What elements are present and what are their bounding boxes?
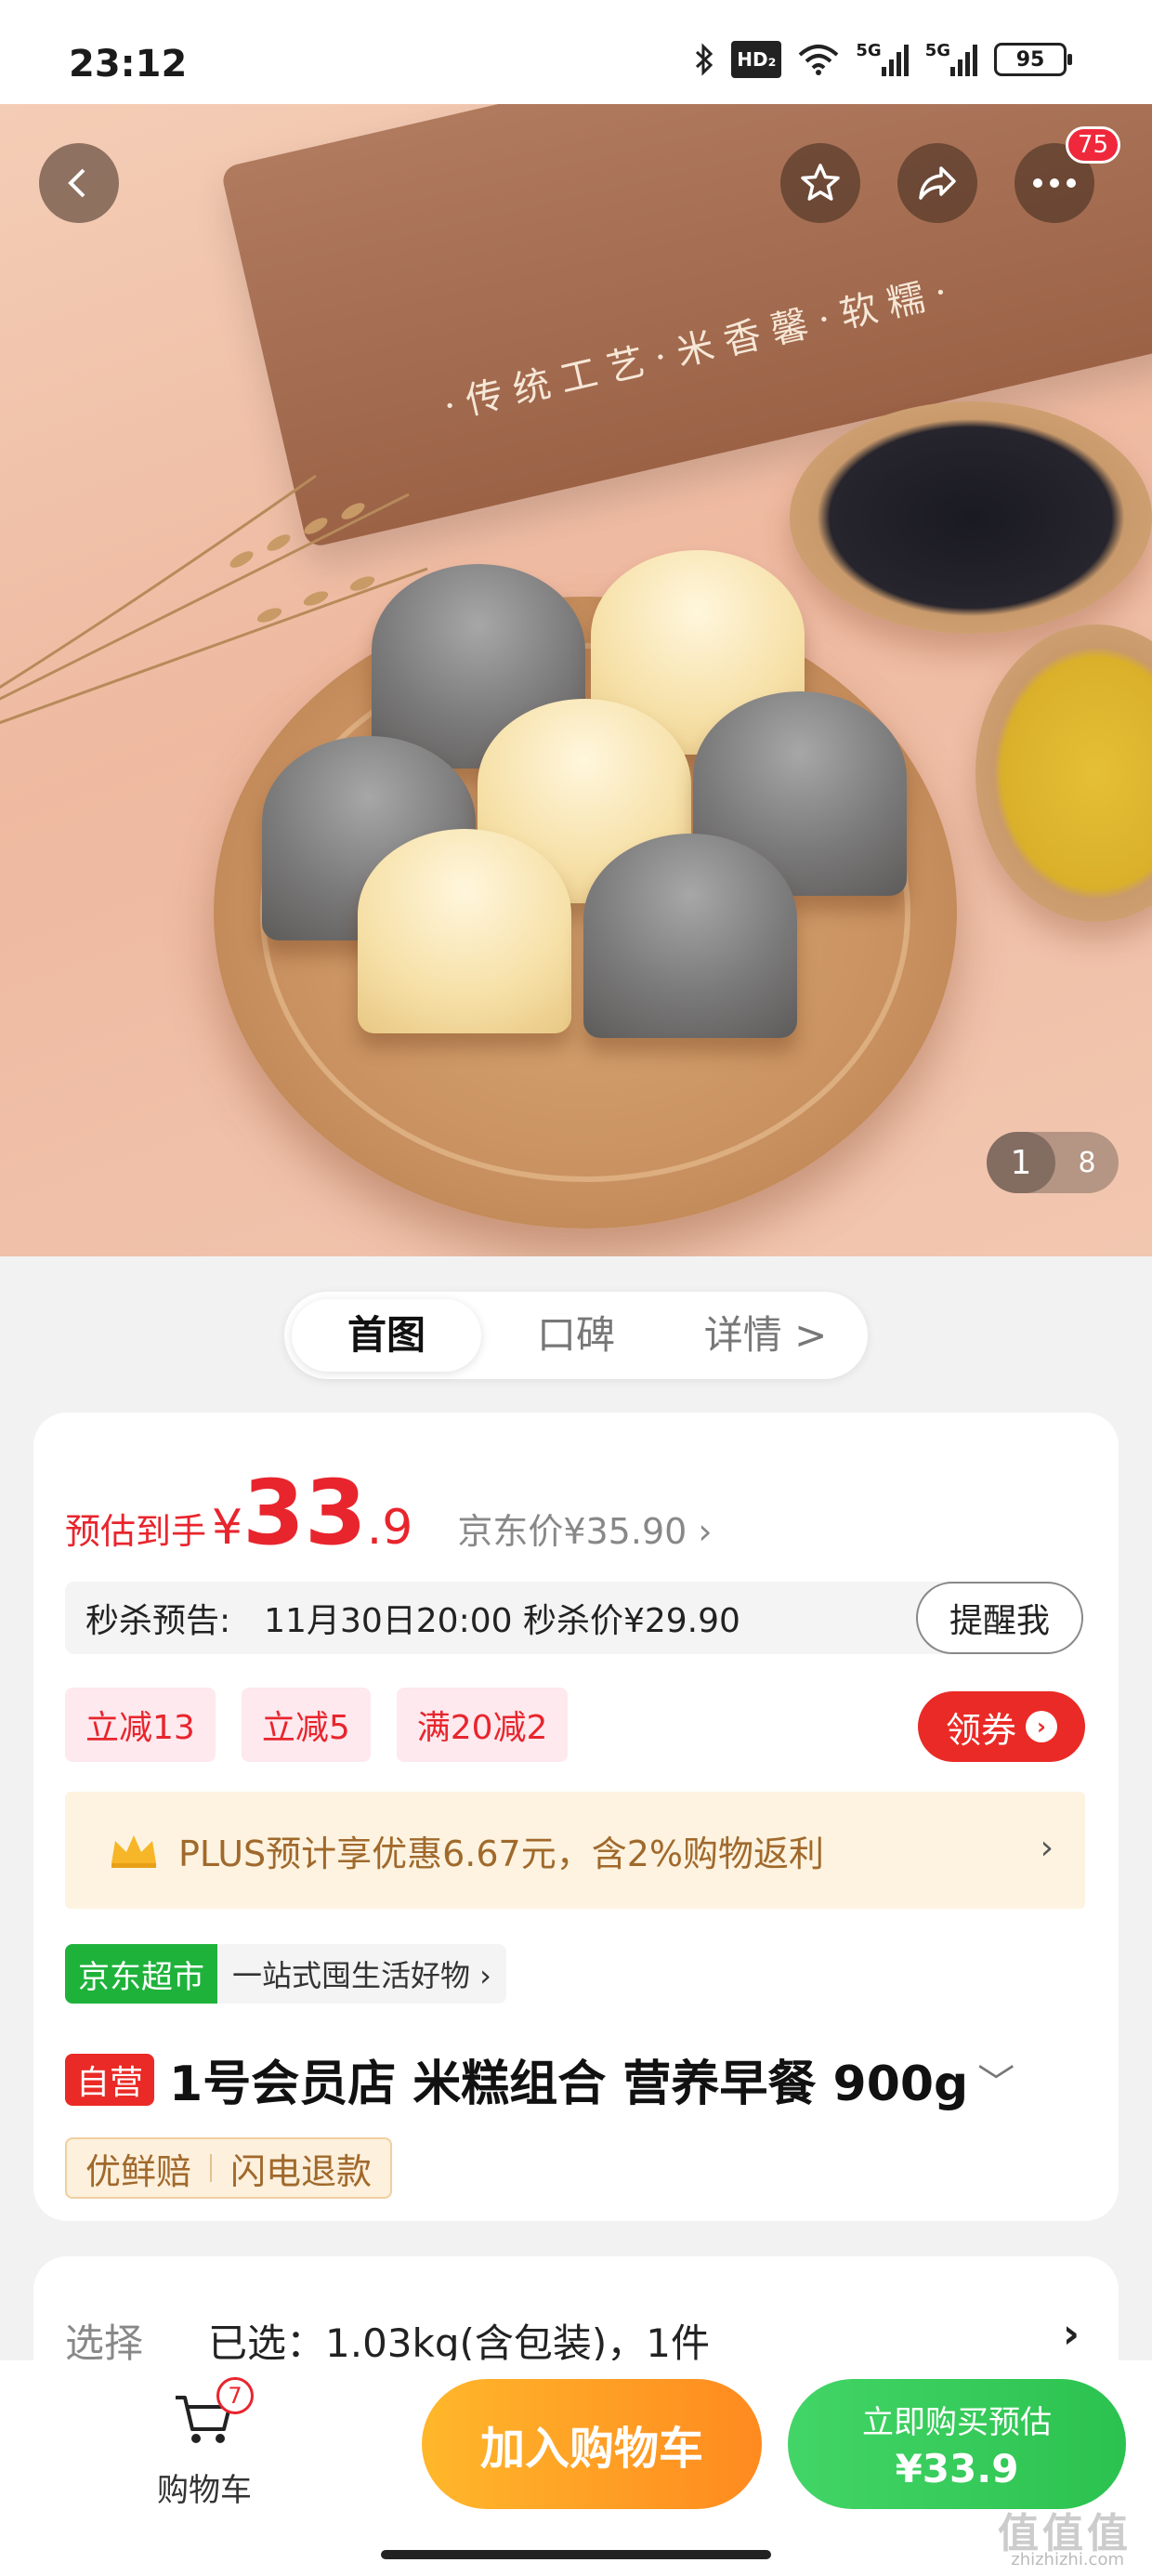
plus-member-banner[interactable]: PLUS预计享优惠6.67元，含2%购物返利 › (65, 1792, 1085, 1909)
favorite-button[interactable] (780, 143, 860, 223)
estimated-price-label: 预估到手 (65, 1511, 207, 1552)
chevron-right-icon: › (1040, 1829, 1054, 1867)
product-title: 1号会员店 米糕组合 营养早餐 900g (169, 2057, 969, 2112)
black-rice-cake-image (583, 834, 797, 1038)
bluetooth-icon (694, 41, 714, 78)
pager-total: 8 (1078, 1146, 1096, 1179)
watermark-url: zhizhizhi.com (1011, 2550, 1124, 2569)
battery-icon: 95 (994, 43, 1072, 76)
image-pager: 1 8 (987, 1132, 1119, 1193)
claim-coupon-button[interactable]: 领券 › (918, 1691, 1085, 1762)
currency-symbol: ¥ (212, 1500, 243, 1556)
discount-tag[interactable]: 满20减2 (396, 1688, 569, 1762)
crown-icon (111, 1835, 156, 1868)
store-badge: 京东超市 (65, 1944, 217, 2004)
cart-count-badge: 7 (216, 2377, 254, 2414)
chevron-right-icon: › (1062, 2310, 1080, 2358)
product-image-carousel[interactable]: ·传统工艺·米香馨·软糯· 75 1 8 (0, 104, 1152, 1256)
hd-icon: HD₂ (731, 41, 782, 78)
discount-tag[interactable]: 立减13 (65, 1688, 216, 1762)
pager-current: 1 (987, 1132, 1055, 1193)
tab-main-image[interactable]: 首图 (292, 1299, 481, 1372)
section-tabs: 首图 口碑 详情 > (284, 1292, 868, 1379)
more-dots-icon (1033, 178, 1076, 188)
cart-icon: 7 (172, 2377, 254, 2451)
chevron-right-icon: › (1026, 1711, 1057, 1742)
cart-nav-button[interactable]: 7 购物车 (149, 2377, 260, 2510)
self-operated-badge: 自营 (65, 2053, 155, 2106)
claim-coupon-label: 领券 (945, 1709, 1016, 1751)
store-slogan: 一站式囤生活好物 › (232, 1958, 491, 1993)
service-tag: 闪电退款 (230, 2150, 373, 2192)
star-icon (801, 164, 840, 201)
store-row[interactable]: 京东超市 一站式囤生活好物 › (65, 1944, 506, 2004)
millet-bowl-image (975, 624, 1152, 922)
wifi-icon (798, 41, 839, 78)
status-bar: 23:12 HD₂ 5G 5G 95 (0, 0, 1152, 104)
add-to-cart-button[interactable]: 加入购物车 (422, 2379, 762, 2509)
service-tags[interactable]: 优鲜赔 闪电退款 (65, 2137, 393, 2199)
discount-tag[interactable]: 立减5 (241, 1688, 371, 1762)
share-icon (919, 166, 956, 200)
discount-tags: 立减13 立减5 满20减2 (65, 1688, 569, 1762)
seckill-preview: 秒杀预告: 11月30日20:00 秒杀价¥29.90 (65, 1582, 1041, 1654)
buy-now-button[interactable]: 立即购买预估 ¥33.9 (788, 2379, 1126, 2509)
tab-reviews[interactable]: 口碑 (481, 1299, 671, 1372)
price-decimal: .9 (366, 1500, 413, 1556)
more-button[interactable]: 75 (1015, 126, 1120, 223)
cart-label: 购物车 (157, 2472, 252, 2509)
black-rice-bowl-image (790, 401, 1152, 634)
buy-now-label: 立即购买预估 (862, 2404, 1052, 2441)
product-info-card: 预估到手 ¥ 33 .9 京东价¥35.90 › 秒杀预告: 11月30日20:… (33, 1413, 1119, 2221)
tab-details[interactable]: 详情 > (671, 1299, 860, 1372)
home-indicator[interactable] (381, 2550, 771, 2559)
signal-1-icon: 5G (856, 41, 909, 78)
price-integer: 33 (242, 1461, 367, 1565)
bottom-action-bar: 7 购物车 加入购物车 立即购买预估 ¥33.9 (0, 2360, 1152, 2576)
buy-now-price: ¥33.9 (895, 2446, 1019, 2491)
remind-me-button[interactable]: 提醒我 (916, 1582, 1083, 1654)
back-button[interactable] (39, 143, 119, 223)
chevron-down-icon: ﹀ (977, 2061, 1015, 2105)
share-button[interactable] (897, 143, 977, 223)
plus-benefit-text: PLUS预计享优惠6.67元，含2%购物返利 (178, 1833, 825, 1874)
seckill-label: 秒杀预告: (85, 1602, 231, 1640)
product-title-row[interactable]: 自营 1号会员店 米糕组合 营养早餐 900g ﹀ (65, 2044, 1015, 2114)
jd-price-link[interactable]: 京东价¥35.90 › (457, 1503, 712, 1554)
message-count-badge: 75 (1065, 126, 1120, 164)
white-rice-cake-image (358, 829, 571, 1033)
status-time: 23:12 (69, 43, 188, 85)
status-icons: HD₂ 5G 5G 95 (694, 41, 1072, 78)
signal-2-icon: 5G (925, 41, 977, 78)
chevron-left-icon (68, 168, 85, 198)
price-row: 预估到手 ¥ 33 .9 京东价¥35.90 › (65, 1468, 713, 1557)
service-tag: 优鲜赔 (85, 2150, 192, 2192)
seckill-info: 11月30日20:00 秒杀价¥29.90 (264, 1602, 740, 1640)
